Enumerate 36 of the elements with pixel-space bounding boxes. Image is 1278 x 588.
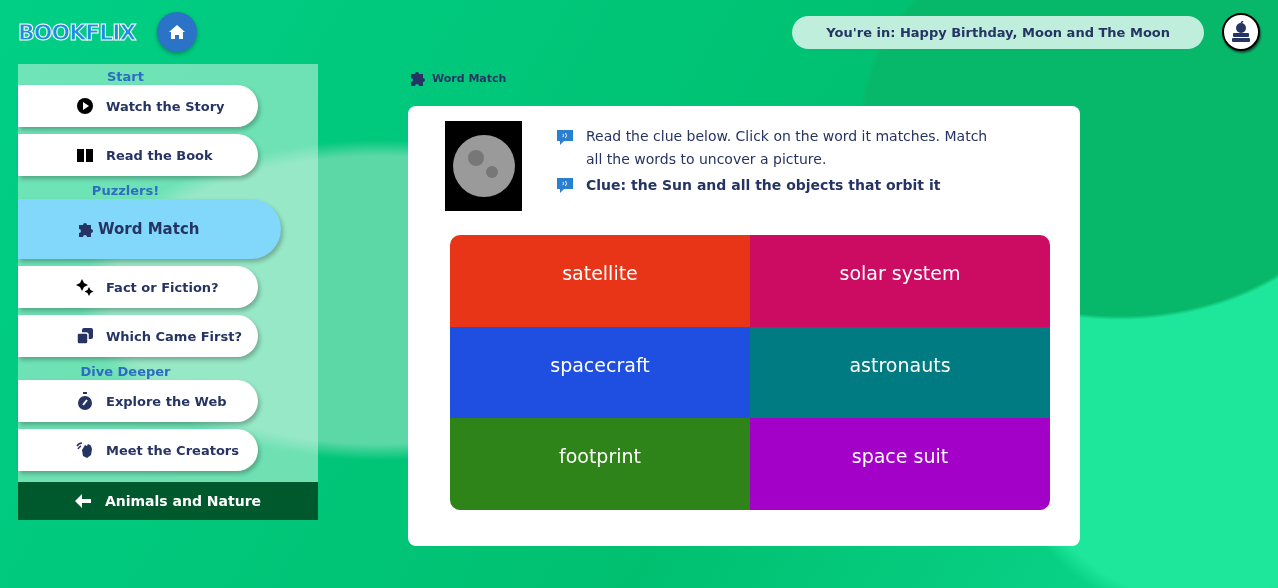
puzzle-icon <box>408 69 426 87</box>
word-tile[interactable]: satellite <box>450 235 750 327</box>
word-tile[interactable]: solar system <box>750 235 1050 327</box>
nav-item[interactable]: Meet the Creators <box>18 429 258 471</box>
apple-on-books-icon <box>1231 21 1251 43</box>
nav-item[interactable]: Fact or Fiction? <box>18 266 258 308</box>
waving-hand-icon <box>76 441 94 459</box>
play-icon <box>76 97 94 115</box>
cards-icon <box>76 327 94 345</box>
stopwatch-icon <box>76 392 94 410</box>
nav-item[interactable]: Watch the Story <box>18 85 258 127</box>
home-button[interactable] <box>157 12 198 52</box>
home-icon <box>168 24 187 40</box>
nav-item[interactable]: Word Match <box>18 199 281 259</box>
word-tile[interactable]: footprint <box>450 418 750 510</box>
word-tile[interactable]: spacecraft <box>450 326 750 418</box>
puzzle-icon <box>76 220 94 238</box>
page-title: Word Match <box>432 71 507 85</box>
back-link[interactable]: Animals and Nature <box>18 482 318 520</box>
nav-item[interactable]: Which Came First? <box>18 315 258 357</box>
word-tile[interactable]: astronauts <box>750 326 1050 418</box>
audio-speech-icon[interactable] <box>556 177 574 195</box>
clue-text: Clue: the Sun and all the objects that orbit it <box>586 177 941 193</box>
nav-item[interactable]: Explore the Web <box>18 380 258 422</box>
section-heading: Dive Deeper <box>79 364 172 379</box>
nav-item[interactable]: Read the Book <box>18 134 258 176</box>
audio-speech-icon[interactable] <box>556 129 574 147</box>
section-heading: Puzzlers! <box>90 183 161 198</box>
section-heading: Start <box>106 69 145 84</box>
word-tile[interactable]: space suit <box>750 418 1050 510</box>
location-label: You're in: Happy Birthday, Moon and The Moon <box>792 15 1204 49</box>
avatar-button[interactable] <box>1222 13 1260 51</box>
left-arrow-icon <box>74 494 91 508</box>
sparkle-icon <box>76 278 94 296</box>
instructions-text: Read the clue below. Click on the word it matches. Match all the words to uncover a picture. <box>586 127 989 169</box>
book-icon <box>76 146 94 164</box>
